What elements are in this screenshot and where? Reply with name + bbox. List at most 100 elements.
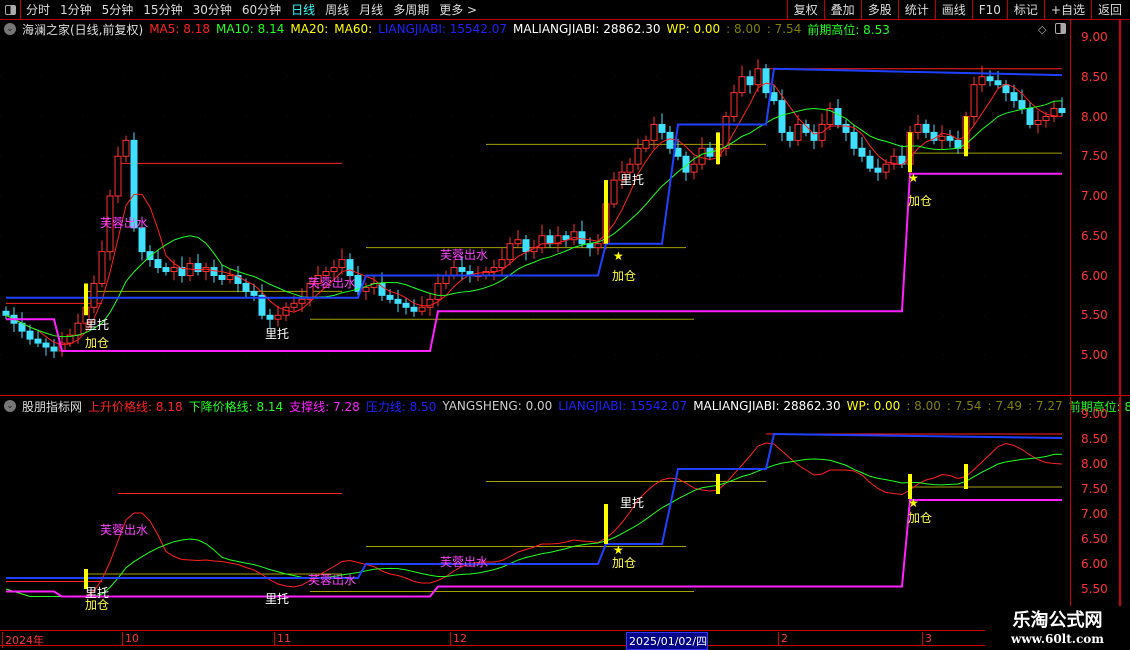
- axis-tick-label: 7.00: [1081, 507, 1108, 521]
- candle-body: [226, 275, 234, 280]
- candle-body: [786, 131, 794, 141]
- candle-body: [242, 282, 250, 292]
- candle-body: [922, 123, 930, 133]
- candle-body: [634, 147, 642, 165]
- candle-body: [266, 314, 274, 320]
- axis-tick-label: 8.50: [1081, 69, 1108, 84]
- date-label: 10: [122, 632, 139, 645]
- candle-body: [866, 155, 874, 169]
- signal-label-jiacang: 加仓: [612, 556, 636, 570]
- candle-body: [418, 306, 426, 312]
- candle-body: [730, 92, 738, 118]
- axis-tick-label: 7.50: [1081, 482, 1108, 496]
- candle-body: [938, 135, 946, 141]
- candle-body: [298, 298, 306, 304]
- date-label: 11: [274, 632, 291, 645]
- signal-label-jiacang: 加仓: [908, 194, 932, 208]
- signal-label-jiacang: 加仓: [908, 511, 932, 525]
- axis-tick-label: 6.00: [1081, 268, 1108, 283]
- candle-body: [858, 147, 866, 157]
- candle-body: [330, 267, 338, 273]
- signal-bar: [84, 283, 88, 316]
- date-label: 2025/01/02/四: [626, 632, 709, 650]
- candle-body: [394, 298, 402, 304]
- candle-body: [386, 294, 394, 300]
- ma-short-line: [5, 82, 1063, 346]
- candle-body: [50, 346, 58, 352]
- candle-body: [746, 76, 754, 86]
- candle-body: [130, 139, 138, 229]
- ma-long-line: [5, 100, 1063, 338]
- candle-body: [138, 227, 146, 253]
- candle-body: [1010, 92, 1018, 102]
- sub-panel: 芙蓉出水芙蓉出水芙蓉出水里托 里托里托加仓加仓加仓: [5, 432, 1063, 612]
- axis-tick-label: 9.00: [1081, 30, 1108, 44]
- candle-body: [490, 267, 498, 273]
- right-side-tabs[interactable]: [1120, 20, 1130, 630]
- candle-body: [594, 243, 602, 249]
- candle-body: [98, 251, 106, 284]
- signal-bar: [716, 132, 720, 165]
- star-icon: ★: [613, 249, 624, 263]
- signal-label-furong: 芙蓉出水: [440, 248, 488, 262]
- signal-bar: [908, 132, 912, 173]
- candle-body: [274, 314, 282, 320]
- candle-body: [42, 342, 50, 348]
- candle-body: [74, 322, 82, 336]
- signal-label-lituo: 里托: [265, 592, 289, 606]
- signal-bar: [964, 116, 968, 157]
- candle-body: [578, 231, 586, 245]
- main-panel: 芙蓉出水芙蓉出水芙蓉出水里托里托里托加仓加仓加仓: [0, 36, 1068, 359]
- candle-body: [90, 282, 98, 308]
- candle-body: [690, 163, 698, 173]
- price-chart[interactable]: 芙蓉出水芙蓉出水芙蓉出水里托里托里托加仓加仓加仓芙蓉出水芙蓉出水芙蓉出水里托 里托…: [0, 0, 1068, 630]
- axis-tick-label: 5.50: [1081, 582, 1108, 596]
- pressure-line: [6, 67, 1063, 299]
- candle-body: [978, 76, 986, 86]
- candle-body: [498, 259, 506, 269]
- candle-body: [450, 267, 458, 276]
- candle-body: [762, 68, 770, 94]
- axis-tick-label: 6.50: [1081, 532, 1108, 546]
- candle-body: [754, 68, 762, 86]
- signal-bar: [716, 474, 720, 494]
- candle-body: [1058, 108, 1066, 114]
- candle-body: [170, 267, 178, 273]
- axis-tick-label: 8.00: [1081, 457, 1108, 471]
- candle-body: [1002, 84, 1010, 94]
- axis-tick-label: 8.00: [1081, 109, 1108, 124]
- toolbar-button[interactable]: 返回: [1090, 0, 1128, 20]
- signal-label-furong: 芙蓉出水: [308, 573, 356, 587]
- candle-body: [506, 243, 514, 261]
- candle-body: [994, 80, 1002, 86]
- candle-body: [434, 282, 442, 300]
- candle-body: [666, 131, 674, 149]
- signal-bar: [964, 464, 968, 489]
- candle-body: [122, 139, 130, 157]
- candle-body: [410, 306, 418, 312]
- signal-label-furong: 芙蓉出水: [100, 523, 148, 537]
- signal-label-jiacang: 加仓: [85, 336, 109, 350]
- signal-label-lituo: 里托: [620, 496, 644, 510]
- candle-body: [914, 123, 922, 133]
- axis-tick-label: 8.50: [1081, 432, 1108, 446]
- candle-body: [1042, 116, 1050, 121]
- candle-body: [794, 123, 802, 141]
- watermark-url: www.60lt.com: [1011, 632, 1104, 646]
- candle-body: [882, 163, 890, 173]
- candle-body: [850, 131, 858, 149]
- candle-body: [514, 239, 522, 245]
- axis-tick-label: 7.00: [1081, 189, 1108, 203]
- date-label: 12: [450, 632, 467, 645]
- candle-body: [114, 155, 122, 197]
- candle-body: [610, 179, 618, 205]
- candle-body: [1026, 108, 1034, 125]
- date-axis: 2024年 10 11 12 2025/01/02/四 2 3: [0, 630, 1068, 650]
- candle-body: [218, 275, 226, 280]
- watermark: 乐淘公式网 www.60lt.com: [985, 606, 1130, 650]
- candle-body: [658, 123, 666, 133]
- signal-bar: [604, 504, 608, 544]
- signal-label-jiacang: 加仓: [85, 598, 109, 612]
- candle-body: [210, 267, 218, 276]
- candle-body: [250, 290, 258, 296]
